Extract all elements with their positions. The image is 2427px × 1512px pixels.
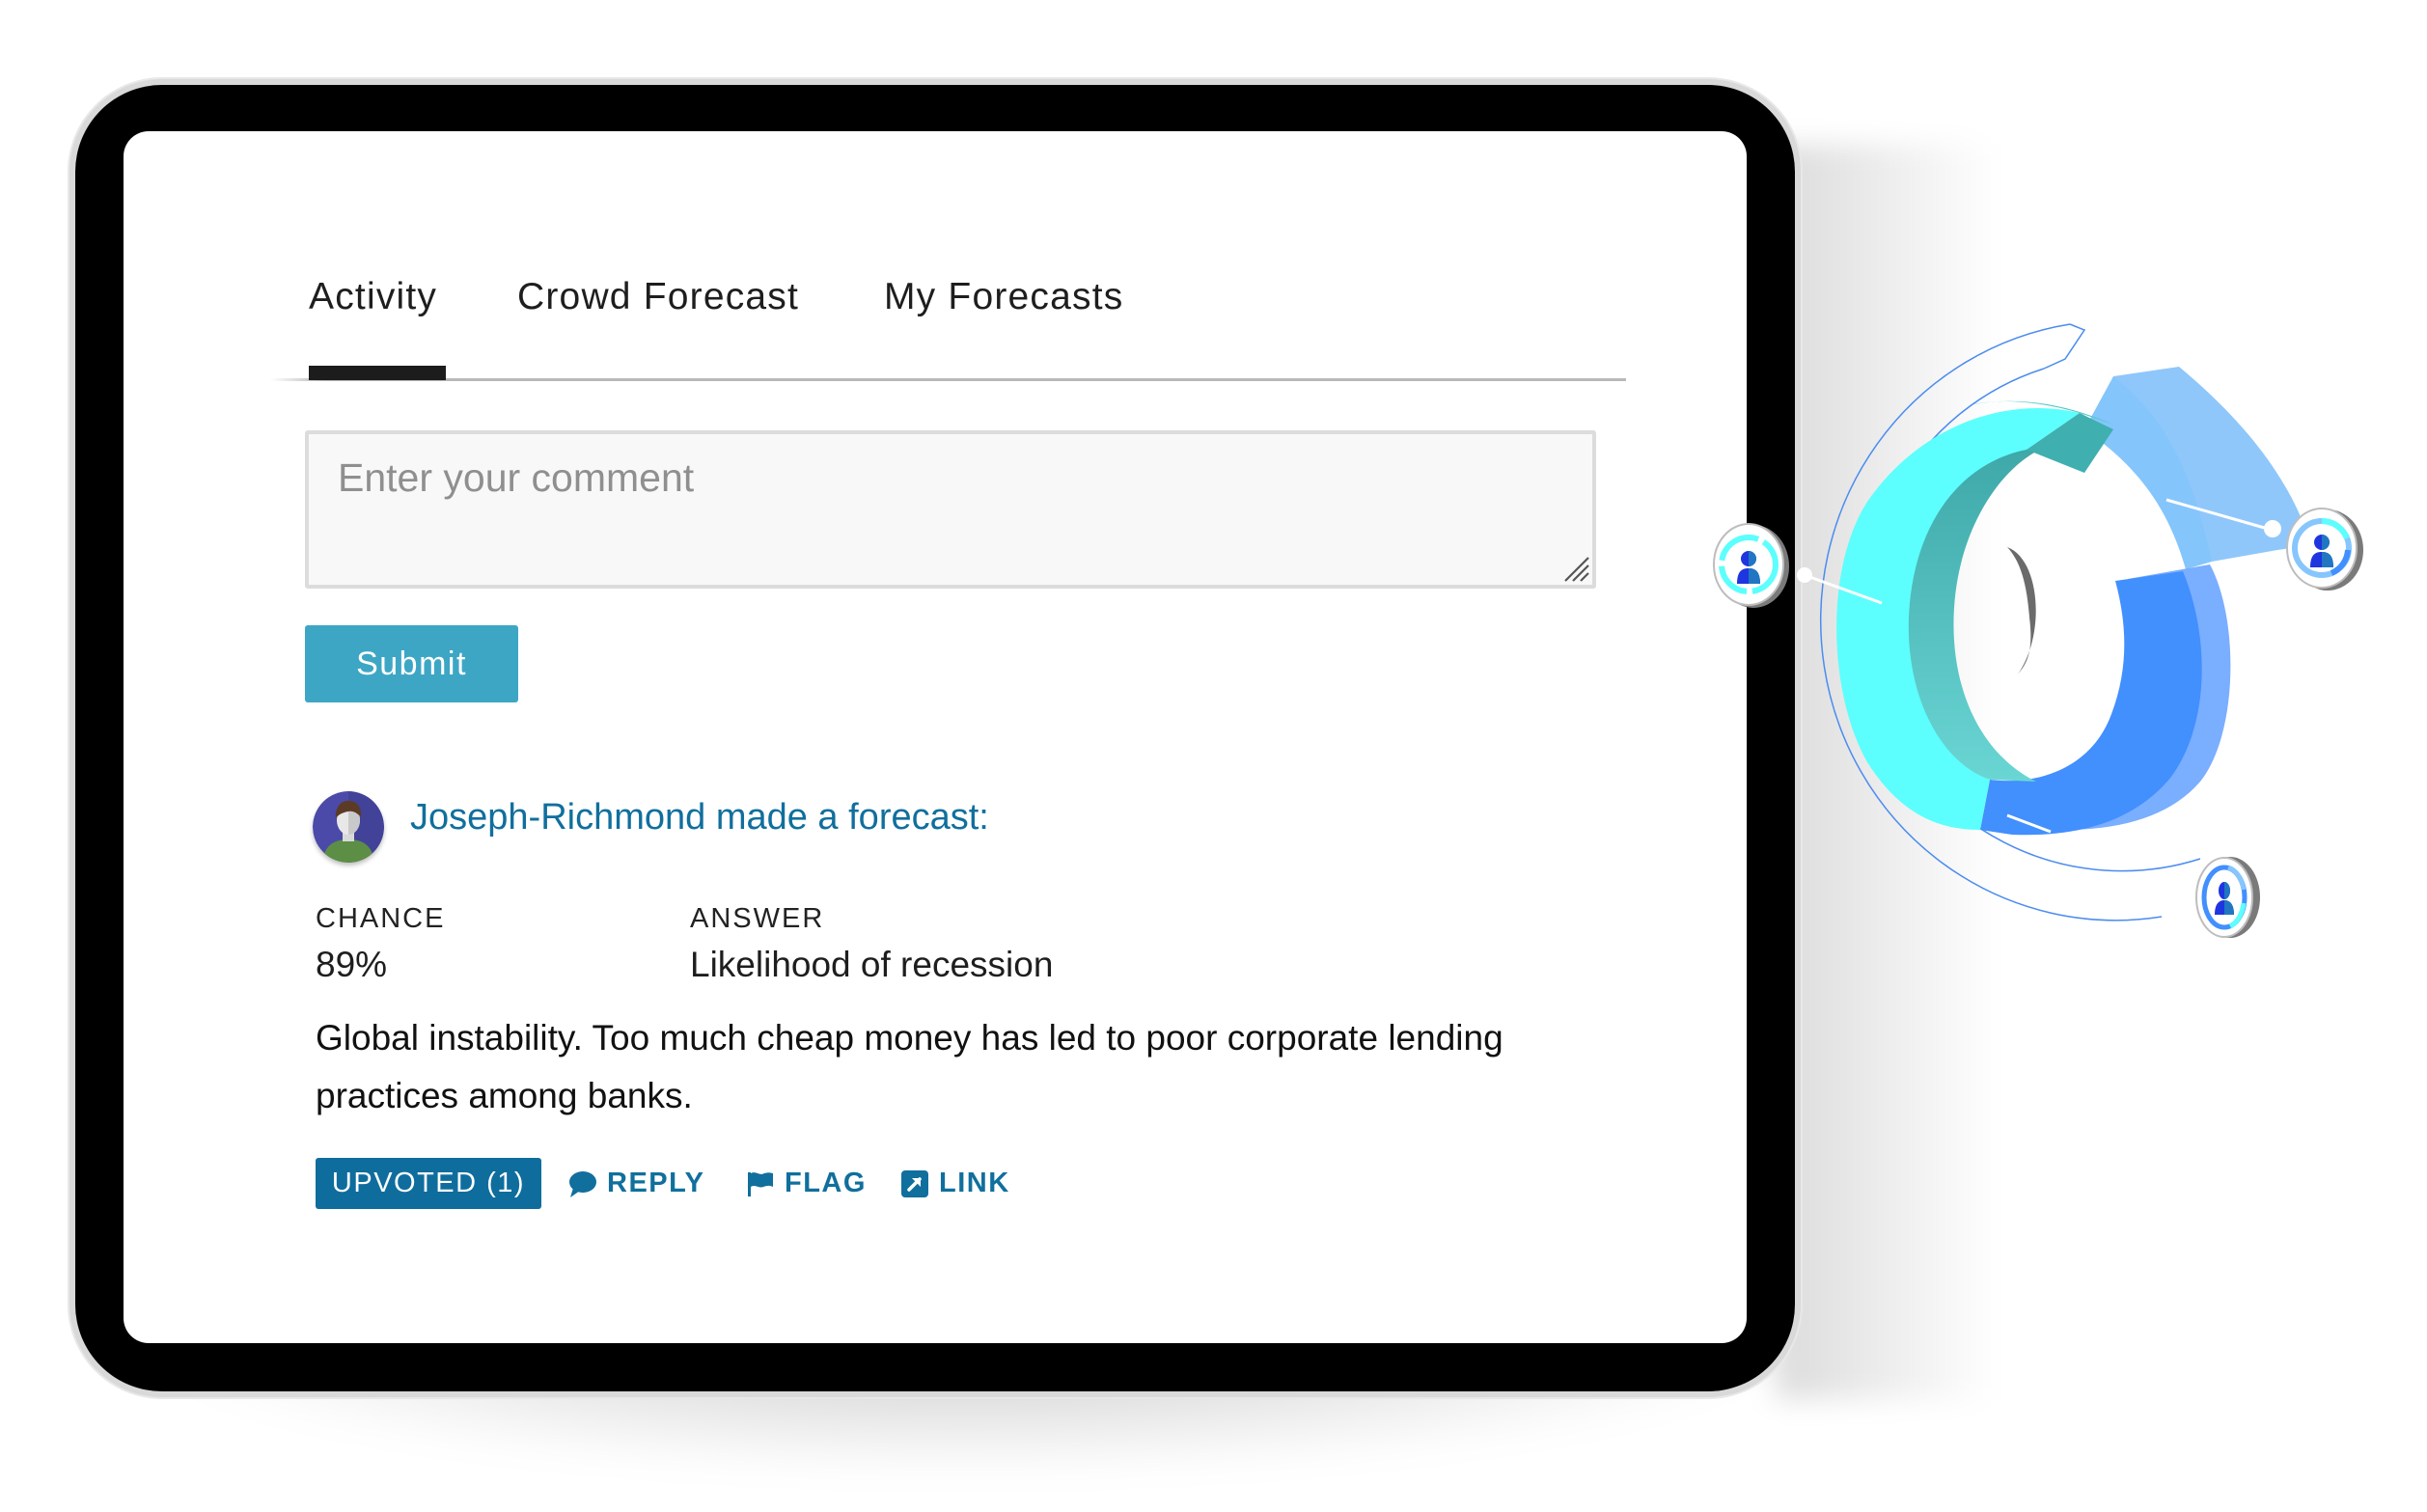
donut-segment-blue	[1980, 571, 2202, 836]
forecast-headline-link[interactable]: Joseph-Richmond made a forecast:	[410, 797, 989, 838]
flag-label: FLAG	[785, 1168, 867, 1198]
permalink-link[interactable]: LINK	[900, 1158, 1010, 1209]
donut-segment-light-blue	[2113, 367, 2311, 562]
tab-divider	[270, 378, 1626, 381]
user-badge-left[interactable]	[1713, 523, 1789, 608]
resize-grip-icon[interactable]	[1559, 552, 1590, 583]
link-label: LINK	[939, 1168, 1010, 1198]
tablet-screen: Activity Crowd Forecast My Forecasts Sub…	[124, 131, 1747, 1343]
flag-icon	[748, 1171, 773, 1196]
flag-link[interactable]: FLAG	[746, 1158, 867, 1209]
upvoted-button[interactable]: UPVOTED (1)	[316, 1158, 541, 1209]
connector-dot-right	[2264, 520, 2281, 537]
donut-segment-blue-side	[2046, 564, 2231, 830]
tablet-side-shadow	[1776, 145, 1998, 1399]
tab-active-indicator	[309, 366, 446, 380]
reply-label: REPLY	[607, 1168, 705, 1198]
tab-my-forecasts[interactable]: My Forecasts	[884, 276, 1123, 318]
connector-right	[2165, 498, 2269, 531]
tab-crowd-forecast[interactable]: Crowd Forecast	[517, 276, 799, 318]
speech-bubble-icon	[569, 1170, 596, 1197]
submit-button[interactable]: Submit	[305, 625, 518, 702]
comment-input[interactable]	[305, 430, 1596, 589]
donut-segment-cyan-top	[2027, 413, 2113, 473]
connector-bottom	[2006, 813, 2052, 834]
external-link-icon	[901, 1169, 928, 1197]
answer-label: ANSWER	[690, 903, 825, 934]
answer-value: Likelihood of recession	[690, 945, 1054, 984]
tab-activity[interactable]: Activity	[309, 276, 437, 318]
reply-link[interactable]: REPLY	[566, 1158, 705, 1209]
user-badge-right[interactable]	[2286, 508, 2363, 591]
inner-arc	[2007, 547, 2036, 675]
donut-segment-light-blue-top	[2084, 376, 2212, 569]
user-badge-bottom[interactable]	[2195, 857, 2260, 938]
chance-value: 89%	[316, 945, 388, 984]
guide-bracket	[2043, 323, 2086, 370]
avatar[interactable]	[313, 791, 384, 863]
forecast-comment-text: Global instability. Too much cheap money…	[316, 1018, 1503, 1115]
user-avatar-icon	[313, 791, 384, 863]
chance-label: CHANCE	[316, 903, 446, 934]
tab-bar: Activity Crowd Forecast My Forecasts	[124, 131, 1747, 392]
